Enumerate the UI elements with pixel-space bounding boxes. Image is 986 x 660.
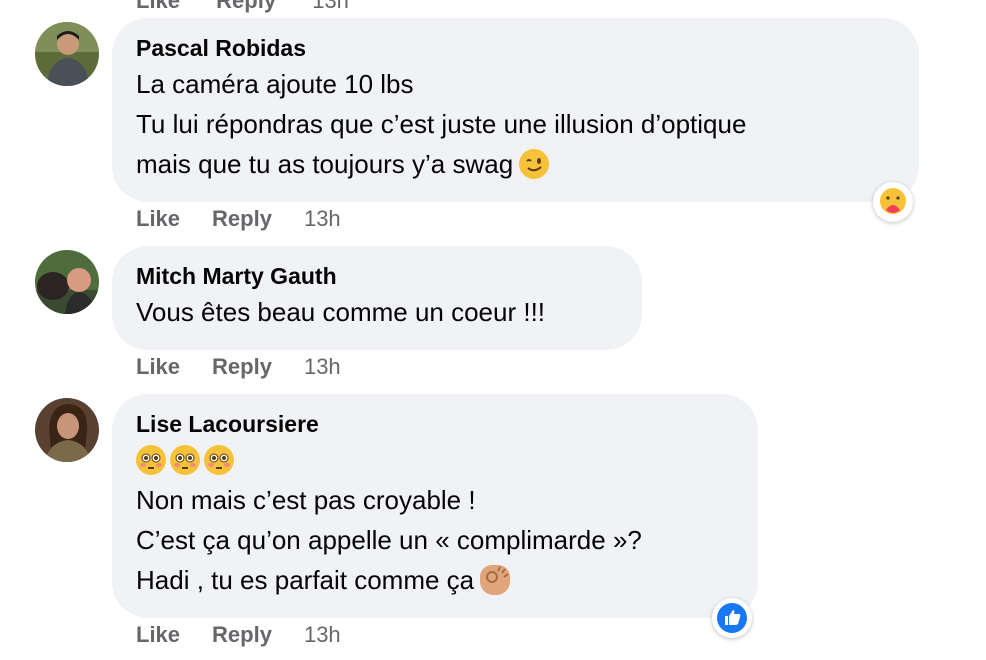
timestamp[interactable]: 13h xyxy=(312,0,349,13)
comment-author[interactable]: Pascal Robidas xyxy=(136,32,895,64)
comment-actions: Like Reply 13h xyxy=(136,354,341,380)
comment-text-line: mais que tu as toujours y’a swag xyxy=(136,149,514,179)
comment-text-line: Tu lui répondras que c’est juste une ill… xyxy=(136,109,747,139)
comment-author[interactable]: Mitch Marty Gauth xyxy=(136,260,618,292)
ok-hand-icon xyxy=(480,565,511,595)
like-reaction-icon[interactable] xyxy=(712,598,752,638)
reply-link[interactable]: Reply xyxy=(212,354,272,380)
like-link[interactable]: Like xyxy=(136,622,180,648)
flushed-face-icon xyxy=(170,445,200,475)
like-link[interactable]: Like xyxy=(136,0,180,13)
comment-text-line: C’est ça qu’on appelle un « complimarde … xyxy=(136,525,642,555)
reply-link[interactable]: Reply xyxy=(212,622,272,648)
comment-bubble: Pascal Robidas La caméra ajoute 10 lbs T… xyxy=(112,18,919,202)
comment-actions: Like Reply 13h xyxy=(136,622,341,648)
comment-text-line: Non mais c’est pas croyable ! xyxy=(136,485,476,515)
comment-text-line: La caméra ajoute 10 lbs xyxy=(136,69,414,99)
previous-comment-actions: Like Reply 13h xyxy=(136,0,379,14)
timestamp[interactable]: 13h xyxy=(304,622,341,648)
comment-text-line: Hadi , tu es parfait comme ça xyxy=(136,565,475,595)
winking-face-icon xyxy=(519,149,550,179)
comment-text-line: Vous êtes beau comme un coeur !!! xyxy=(136,297,546,327)
like-link[interactable]: Like xyxy=(136,206,180,232)
comment-bubble: Mitch Marty Gauth Vous êtes beau comme u… xyxy=(112,246,642,350)
timestamp[interactable]: 13h xyxy=(304,206,341,232)
reply-link[interactable]: Reply xyxy=(216,0,276,13)
care-reaction-icon[interactable] xyxy=(873,182,913,222)
avatar[interactable] xyxy=(35,22,99,86)
comment-author[interactable]: Lise Lacoursiere xyxy=(136,408,734,440)
flushed-face-icon xyxy=(136,445,166,475)
avatar[interactable] xyxy=(35,250,99,314)
reply-link[interactable]: Reply xyxy=(212,206,272,232)
avatar[interactable] xyxy=(35,398,99,462)
comment-bubble: Lise Lacoursiere Non mais c’est pas croy… xyxy=(112,394,758,618)
timestamp[interactable]: 13h xyxy=(304,354,341,380)
comment-actions: Like Reply 13h xyxy=(136,206,341,232)
emoji-line xyxy=(136,440,734,480)
like-link[interactable]: Like xyxy=(136,354,180,380)
flushed-face-icon xyxy=(204,445,234,475)
